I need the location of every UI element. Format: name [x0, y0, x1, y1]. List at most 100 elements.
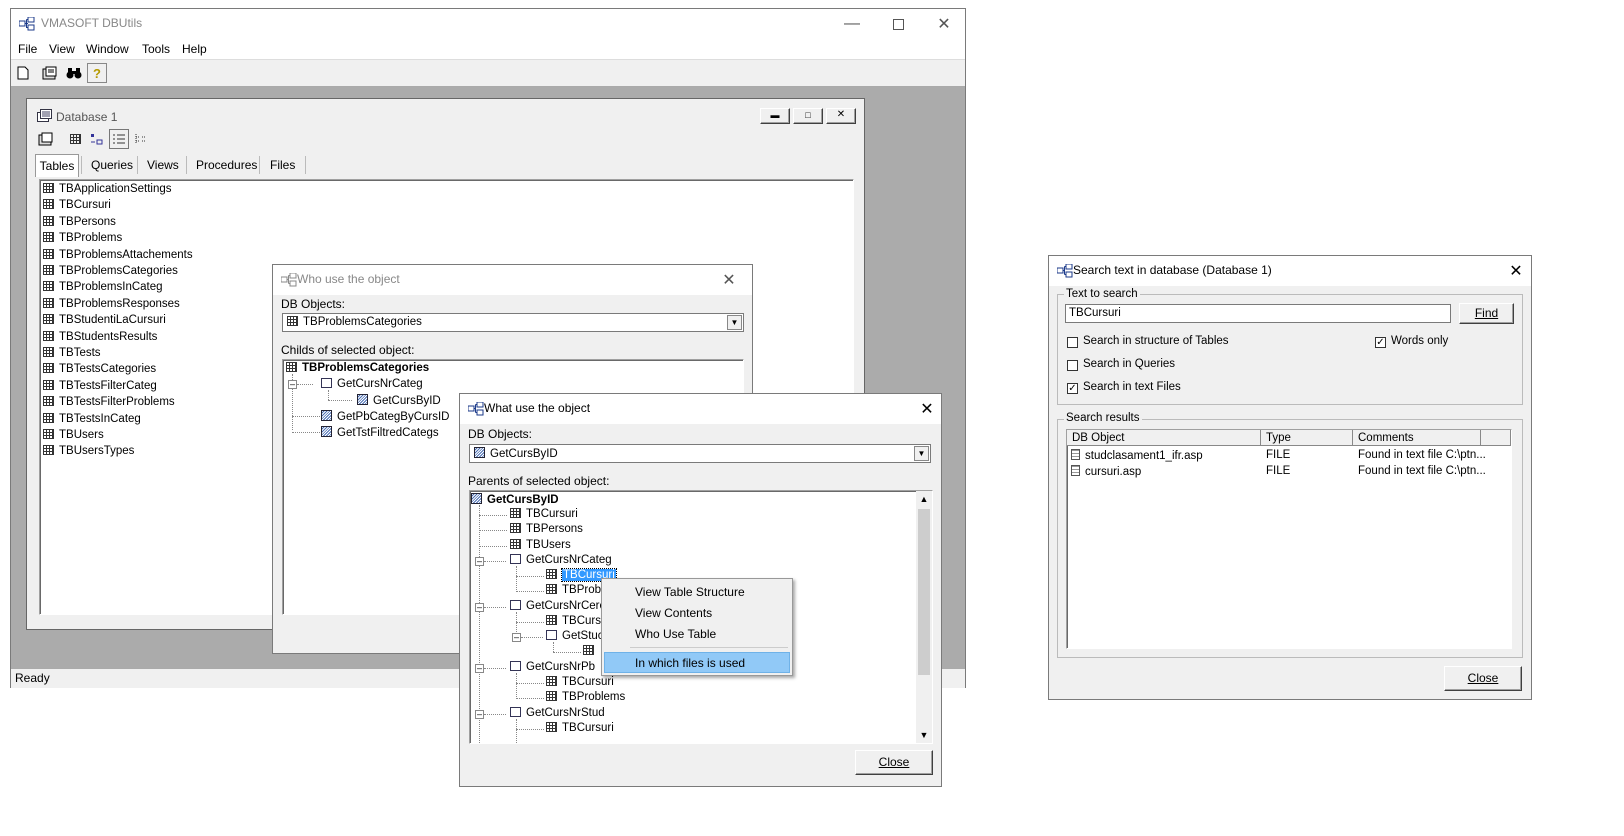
db-restore-button[interactable]: □: [793, 108, 823, 124]
tree-root[interactable]: TBProblemsCategories: [286, 362, 429, 374]
list-item[interactable]: TBCursuri: [43, 199, 111, 211]
column-header-comments[interactable]: Comments: [1353, 430, 1481, 446]
scroll-thumb[interactable]: [918, 509, 930, 675]
tree-node[interactable]: GetStuc: [546, 630, 604, 642]
tree-collapse-toggle[interactable]: –: [475, 664, 484, 673]
search-files-checkbox[interactable]: ✓: [1067, 383, 1078, 394]
properties-icon[interactable]: [40, 63, 60, 83]
menu-view[interactable]: View: [49, 42, 75, 56]
tree-collapse-toggle[interactable]: –: [288, 380, 297, 389]
search-close-button[interactable]: Close: [1444, 666, 1522, 691]
list-item[interactable]: TBProblemsCategories: [43, 265, 178, 277]
tree-collapse-toggle[interactable]: –: [475, 710, 484, 719]
list-item[interactable]: TBTestsFilterCateg: [43, 379, 157, 392]
menu-help[interactable]: Help: [182, 42, 207, 56]
table-row[interactable]: studclasament1_ifr.asp FILE Found in tex…: [1069, 448, 1509, 464]
words-only-checkbox[interactable]: ✓: [1375, 337, 1386, 348]
details-view-icon[interactable]: [131, 129, 151, 149]
large-icons-view-icon[interactable]: [65, 129, 85, 149]
tab-tables[interactable]: Tables: [35, 154, 79, 177]
what-use-title-bar[interactable]: What use the object ✕: [460, 394, 941, 424]
list-view-icon[interactable]: [109, 129, 129, 149]
tree-node[interactable]: TBProblems: [546, 691, 625, 703]
tab-files[interactable]: Files: [270, 154, 295, 176]
tree-node[interactable]: TBCursu: [546, 615, 607, 627]
context-menu-item-files-used[interactable]: In which files is used: [604, 652, 790, 673]
tree-node[interactable]: TBProbl: [546, 584, 604, 596]
search-title-bar[interactable]: Search text in database (Database 1) ✕: [1049, 256, 1531, 286]
who-use-object-select[interactable]: TBProblemsCategories ▼: [282, 313, 744, 332]
list-item[interactable]: TBProblemsResponses: [43, 297, 180, 310]
menu-file[interactable]: File: [18, 42, 37, 56]
db-close-button[interactable]: ✕: [826, 108, 856, 124]
tree-node[interactable]: TBUsers: [510, 539, 571, 551]
maximize-button[interactable]: [875, 9, 921, 39]
tree-node[interactable]: GetPbCategByCursID: [321, 410, 450, 423]
search-text-input[interactable]: TBCursuri: [1065, 304, 1451, 323]
who-use-close-button[interactable]: ✕: [706, 265, 752, 295]
find-button[interactable]: Find: [1459, 303, 1514, 324]
tree-node[interactable]: GetTstFiltredCategs: [321, 426, 439, 439]
chevron-down-icon[interactable]: ▼: [914, 446, 929, 461]
tree-node[interactable]: GetCursNrCateg: [510, 554, 612, 566]
db-minimize-button[interactable]: ▬: [760, 108, 790, 124]
list-item[interactable]: TBTestsFilterProblems: [43, 396, 175, 408]
minimize-button[interactable]: —: [829, 9, 875, 39]
tree-node[interactable]: TBCursuri: [510, 508, 578, 520]
tab-views[interactable]: Views: [147, 154, 179, 176]
what-use-close-x-button[interactable]: ✕: [904, 394, 950, 424]
list-item[interactable]: TBStudentiLaCursuri: [43, 314, 166, 326]
tree-node[interactable]: [583, 645, 599, 657]
search-queries-checkbox[interactable]: [1067, 360, 1078, 371]
scroll-down-arrow-icon[interactable]: ▼: [916, 727, 932, 743]
db-properties-icon[interactable]: [36, 129, 56, 149]
help-icon[interactable]: ?: [87, 63, 107, 83]
tree-collapse-toggle[interactable]: –: [512, 633, 521, 642]
tree-node[interactable]: TBPersons: [510, 523, 583, 535]
tab-procedures[interactable]: Procedures: [196, 154, 257, 176]
new-document-icon[interactable]: [13, 63, 33, 83]
list-item[interactable]: TBStudentsResults: [43, 330, 157, 343]
list-item[interactable]: TBUsersTypes: [43, 445, 134, 457]
context-menu-item-who-use-table[interactable]: Who Use Table: [604, 623, 790, 644]
tree-node[interactable]: GetCursNrCereri: [510, 600, 612, 612]
list-item[interactable]: TBPersons: [43, 215, 116, 228]
database-title-bar[interactable]: Database 1 ▬ □ ✕: [27, 99, 864, 131]
tree-node[interactable]: GetCursNrPb: [510, 661, 595, 673]
tab-queries[interactable]: Queries: [91, 154, 133, 176]
tree-collapse-toggle[interactable]: –: [475, 603, 484, 612]
table-row[interactable]: cursuri.asp FILE Found in text file C:\p…: [1069, 464, 1509, 480]
scroll-up-arrow-icon[interactable]: ▲: [916, 491, 932, 507]
who-use-title-bar[interactable]: Who use the object ✕: [273, 265, 752, 295]
what-use-object-select[interactable]: GetCursByID ▼: [469, 444, 931, 463]
list-item[interactable]: TBProblems: [43, 232, 122, 244]
column-header-type[interactable]: Type: [1261, 430, 1353, 446]
chevron-down-icon[interactable]: ▼: [727, 315, 742, 330]
list-item[interactable]: TBApplicationSettings: [43, 183, 172, 195]
find-binoculars-icon[interactable]: [64, 63, 84, 83]
tree-root[interactable]: GetCursByID: [471, 493, 559, 506]
column-header-db-object[interactable]: DB Object: [1067, 430, 1261, 446]
small-icons-view-icon[interactable]: [87, 129, 107, 149]
tree-node[interactable]: GetCursNrCateg: [321, 378, 423, 390]
context-menu-item-view-structure[interactable]: View Table Structure: [604, 581, 790, 602]
close-button[interactable]: ✕: [921, 9, 967, 39]
list-item[interactable]: TBProblemsInCateg: [43, 281, 163, 293]
tree-node[interactable]: TBCursuri: [546, 722, 614, 734]
menu-window[interactable]: Window: [86, 42, 129, 56]
main-title-bar[interactable]: VMASOFT DBUtils — ✕: [11, 9, 965, 39]
list-item[interactable]: TBProblemsAttachements: [43, 248, 193, 261]
tree-collapse-toggle[interactable]: –: [475, 557, 484, 566]
list-item[interactable]: TBUsers: [43, 429, 104, 441]
what-use-close-button[interactable]: Close: [855, 750, 933, 775]
search-structure-checkbox[interactable]: [1067, 337, 1078, 348]
tree-node[interactable]: GetCursNrStud: [510, 707, 605, 719]
menu-tools[interactable]: Tools: [142, 42, 170, 56]
list-item[interactable]: TBTestsInCateg: [43, 412, 141, 425]
search-close-x-button[interactable]: ✕: [1493, 256, 1539, 286]
search-results-table[interactable]: DB Object Type Comments studclasament1_i…: [1066, 429, 1512, 649]
list-item[interactable]: TBTests: [43, 347, 101, 359]
tree-node[interactable]: TBCursuri: [546, 676, 614, 688]
context-menu-item-view-contents[interactable]: View Contents: [604, 602, 790, 623]
list-item[interactable]: TBTestsCategories: [43, 363, 156, 375]
